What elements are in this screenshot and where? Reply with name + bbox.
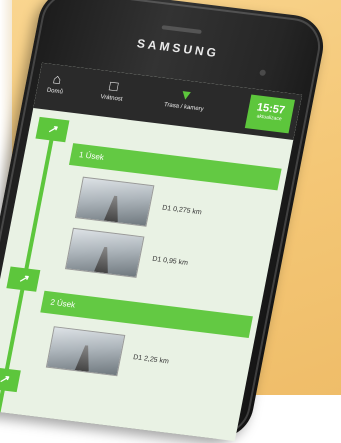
book-icon: □ — [108, 77, 120, 95]
nav-item-route[interactable]: ▼ Trasa / kamery — [163, 84, 207, 113]
route-marker-icon: ↗ — [6, 266, 41, 292]
nav-label: Vrátnost — [99, 94, 123, 103]
nav-item-book[interactable]: □ Vrátnost — [100, 76, 127, 102]
traffic-camera-thumbnail[interactable] — [74, 176, 155, 227]
route-marker-icon: ↗ — [35, 116, 70, 143]
camera-distance: D1 2,25 km — [132, 354, 170, 366]
nav-label: Domů — [46, 87, 64, 96]
pin-icon: ▼ — [177, 85, 195, 104]
camera-distance: D1 0,275 km — [161, 204, 203, 217]
route-marker-icon: ↗ — [0, 366, 21, 393]
home-icon: ⌂ — [51, 70, 63, 88]
traffic-camera-thumbnail[interactable] — [64, 227, 145, 278]
camera-distance: D1 0,95 km — [151, 255, 189, 267]
nav-item-home[interactable]: ⌂ Domů — [46, 70, 66, 96]
phone-screen: ⌂ Domů □ Vrátnost ▼ Trasa / kamery 15:57… — [0, 62, 303, 442]
clock-badge: 15:57 aktualizace — [244, 94, 296, 134]
traffic-camera-thumbnail[interactable] — [45, 326, 126, 377]
